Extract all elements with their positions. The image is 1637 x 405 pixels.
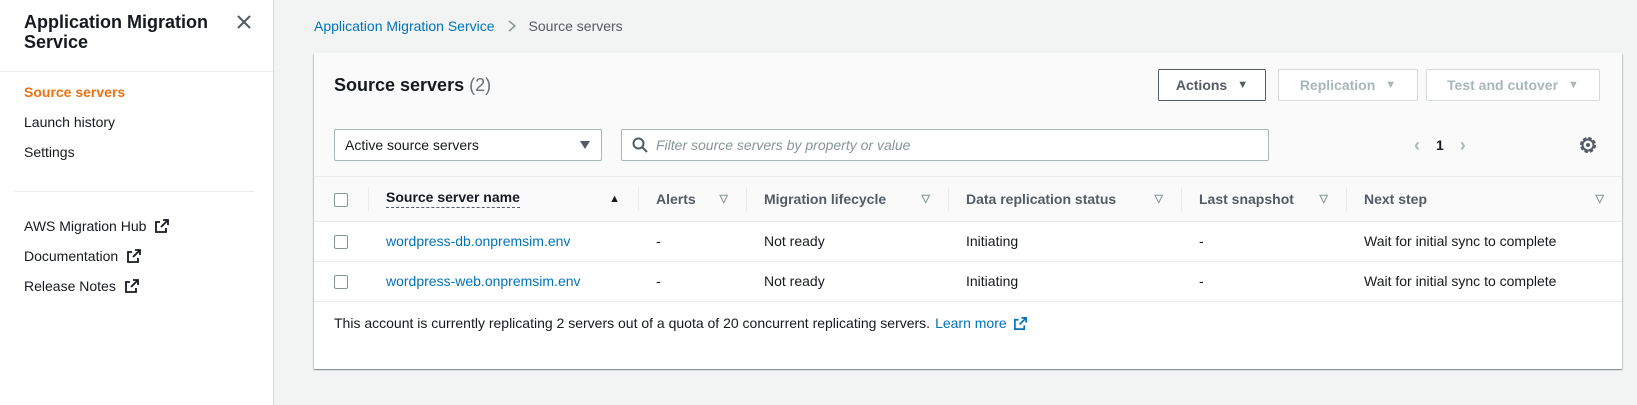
column-header-migration-lifecycle[interactable]: Migration lifecycle ▽ [746,177,948,222]
column-header-next-step[interactable]: Next step ▽ [1346,177,1622,222]
breadcrumb: Application Migration Service Source ser… [314,18,623,34]
caret-down-icon: ▼ [1385,79,1397,91]
last-snapshot-cell: - [1181,221,1346,262]
learn-more-label: Learn more [935,315,1007,331]
caret-down-icon: ▼ [1568,79,1579,91]
sidebar-item-aws-migration-hub[interactable]: AWS Migration Hub [24,218,170,234]
sort-icon: ▽ [1319,193,1328,206]
search-icon [632,137,648,153]
replication-button-label: Replication [1299,77,1376,93]
source-servers-table: Source server name ▲ Alerts ▽ Migration … [314,177,1622,302]
column-header-source-server-name[interactable]: Source server name ▲ [368,177,638,222]
sidebar-item-launch-history[interactable]: Launch history [24,114,115,130]
table-row: wordpress-web.onpremsim.env - Not ready … [314,261,1622,302]
sidebar-item-release-notes[interactable]: Release Notes [24,278,140,294]
migration-lifecycle-cell: Not ready [746,221,948,262]
external-link-icon [124,279,139,293]
search-input[interactable] [656,137,1246,153]
actions-button-label: Actions [1175,77,1228,93]
migration-lifecycle-cell: Not ready [746,261,948,302]
chevron-right-icon [508,20,516,32]
select-all-header [314,177,368,222]
caret-down-icon: ▼ [1237,79,1249,91]
column-header-label: Last snapshot [1199,190,1294,207]
last-snapshot-cell: - [1181,261,1346,302]
alerts-cell: - [638,221,746,262]
panel-header: Source servers (2) Actions ▼ Replication… [314,53,1622,177]
sort-ascending-icon: ▲ [609,192,620,205]
sidebar-divider [14,191,254,192]
row-select-cell [314,261,368,302]
actions-button[interactable]: Actions ▼ [1158,69,1266,101]
sidebar-header: Application Migration Service [0,0,273,72]
next-step-cell: Wait for initial sync to complete [1346,261,1622,302]
column-header-last-snapshot[interactable]: Last snapshot ▽ [1181,177,1346,222]
row-checkbox[interactable] [334,235,348,250]
server-filter-select-value: Active source servers [345,137,479,153]
panel-count: (2) [469,75,492,95]
next-step-cell: Wait for initial sync to complete [1346,221,1622,262]
row-select-cell [314,221,368,262]
learn-more-link[interactable]: Learn more [935,315,1028,331]
data-replication-status-cell: Initiating [948,261,1181,302]
test-and-cutover-button[interactable]: Test and cutover ▼ [1426,69,1600,101]
source-server-name-cell: wordpress-db.onpremsim.env [368,221,638,262]
panel-title-text: Source servers [334,75,465,95]
column-header-data-replication-status[interactable]: Data replication status ▽ [948,177,1181,222]
column-header-label: Migration lifecycle [764,190,887,207]
external-link-icon [127,249,142,263]
breadcrumb-link-application-migration-service[interactable]: Application Migration Service [314,18,495,34]
column-header-alerts[interactable]: Alerts ▽ [638,177,746,222]
next-page-icon[interactable]: › [1460,135,1466,156]
sidebar-item-label: Documentation [24,248,119,264]
source-server-link[interactable]: wordpress-web.onpremsim.env [386,273,581,289]
sort-icon: ▽ [921,193,930,206]
current-page-number[interactable]: 1 [1436,137,1444,153]
sort-icon: ▽ [1154,193,1163,206]
replication-button[interactable]: Replication ▼ [1278,69,1418,101]
sidebar-item-label: Release Notes [24,278,116,294]
select-all-checkbox[interactable] [334,192,348,207]
page-title: Source servers (2) [334,75,491,96]
sidebar-item-label: AWS Migration Hub [24,218,147,234]
external-link-icon [1013,316,1027,330]
side-navigation: Application Migration Service Source ser… [0,0,274,405]
column-header-label: Source server name [386,189,520,209]
row-checkbox[interactable] [334,275,348,290]
replication-quota-note: This account is currently replicating 2 … [334,315,1028,331]
caret-down-icon [580,141,590,149]
sort-icon: ▽ [719,193,728,206]
sidebar-item-documentation[interactable]: Documentation [24,248,142,264]
source-servers-panel: Source servers (2) Actions ▼ Replication… [314,53,1622,369]
alerts-cell: - [638,261,746,302]
source-server-link[interactable]: wordpress-db.onpremsim.env [386,233,570,249]
test-and-cutover-button-label: Test and cutover [1447,77,1559,93]
table-header-row: Source server name ▲ Alerts ▽ Migration … [314,177,1622,222]
sidebar-item-source-servers[interactable]: Source servers [24,84,125,100]
gear-icon[interactable] [1578,135,1598,155]
column-header-label: Data replication status [966,190,1117,207]
pagination: ‹ 1 › [1414,129,1466,161]
table-row: wordpress-db.onpremsim.env - Not ready I… [314,221,1622,262]
breadcrumb-current: Source servers [528,18,623,34]
replication-quota-text: This account is currently replicating 2 … [334,315,931,331]
previous-page-icon[interactable]: ‹ [1414,135,1420,156]
server-filter-select[interactable]: Active source servers [334,129,602,161]
search-box [621,129,1269,161]
column-header-label: Next step [1364,190,1428,207]
data-replication-status-cell: Initiating [948,221,1181,262]
sort-icon: ▽ [1595,193,1604,206]
external-link-icon [155,219,170,233]
column-header-label: Alerts [656,190,696,207]
sidebar-title[interactable]: Application Migration Service [24,12,224,52]
sidebar-item-settings[interactable]: Settings [24,144,75,160]
source-server-name-cell: wordpress-web.onpremsim.env [368,261,638,302]
close-icon[interactable] [234,12,254,32]
